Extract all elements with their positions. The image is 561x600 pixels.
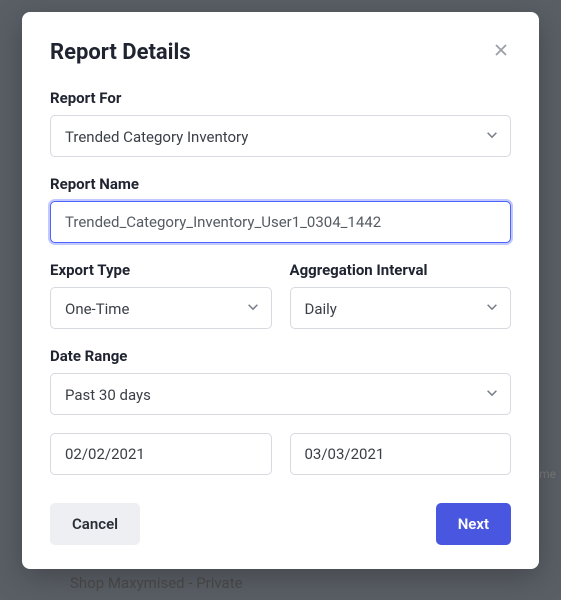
aggregation-interval-select[interactable]: Daily: [290, 287, 512, 329]
aggregation-interval-value: Daily: [290, 287, 512, 329]
modal-header: Report Details: [50, 40, 511, 65]
export-type-value: One-Time: [50, 287, 272, 329]
modal-footer: Cancel Next: [50, 503, 511, 545]
close-button[interactable]: [491, 40, 511, 62]
report-for-select[interactable]: Trended Category Inventory: [50, 115, 511, 157]
backdrop-shop-label: Shop Maxymised - Private: [70, 574, 243, 592]
date-range-value: Past 30 days: [50, 373, 511, 415]
export-type-label: Export Type: [50, 261, 272, 279]
date-range-group: Date Range Past 30 days: [50, 347, 511, 415]
report-for-label: Report For: [50, 89, 511, 107]
date-range-select[interactable]: Past 30 days: [50, 373, 511, 415]
next-button[interactable]: Next: [436, 503, 511, 545]
aggregation-interval-label: Aggregation Interval: [290, 261, 512, 279]
date-range-label: Date Range: [50, 347, 511, 365]
date-start-input[interactable]: [50, 433, 272, 475]
backdrop-right-text: me: [539, 467, 556, 481]
aggregation-interval-group: Aggregation Interval Daily: [290, 261, 512, 329]
report-for-group: Report For Trended Category Inventory: [50, 89, 511, 157]
close-icon: [493, 46, 509, 61]
report-name-group: Report Name: [50, 175, 511, 243]
export-type-select[interactable]: One-Time: [50, 287, 272, 329]
modal-title: Report Details: [50, 40, 191, 65]
report-name-label: Report Name: [50, 175, 511, 193]
export-type-group: Export Type One-Time: [50, 261, 272, 329]
report-for-value: Trended Category Inventory: [50, 115, 511, 157]
date-end-input[interactable]: [290, 433, 512, 475]
cancel-button[interactable]: Cancel: [50, 503, 140, 545]
report-name-input[interactable]: [50, 201, 511, 243]
report-details-modal: Report Details Report For Trended Catego…: [22, 12, 539, 569]
